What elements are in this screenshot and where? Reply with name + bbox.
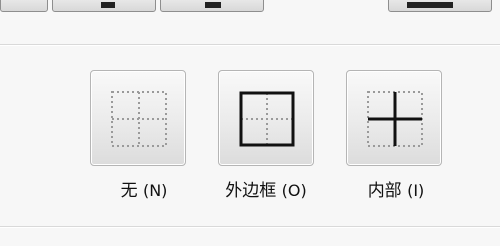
border-glyph-icon xyxy=(407,2,453,8)
section-divider-bottom xyxy=(0,226,500,228)
section-divider-top xyxy=(0,44,500,46)
toolbar-button-partial[interactable] xyxy=(52,0,156,12)
toolbar-button-partial[interactable] xyxy=(388,0,492,12)
outline-border-button[interactable] xyxy=(218,70,314,166)
toolbar-button-partial[interactable] xyxy=(0,0,48,12)
top-toolbar-strip xyxy=(0,0,500,14)
no-border-button[interactable] xyxy=(90,70,186,166)
inside-border-button[interactable] xyxy=(346,70,442,166)
border-glyph-icon xyxy=(101,2,115,8)
border-glyph-icon xyxy=(205,2,221,8)
no-border-icon xyxy=(111,91,167,147)
inside-border-label: 内部 (I) xyxy=(367,181,425,201)
toolbar-button-partial[interactable] xyxy=(160,0,264,12)
outline-border-label: 外边框 (O) xyxy=(225,181,307,201)
inside-border-icon xyxy=(367,91,423,147)
outline-border-icon xyxy=(239,91,295,147)
no-border-label: 无 (N) xyxy=(120,181,168,201)
